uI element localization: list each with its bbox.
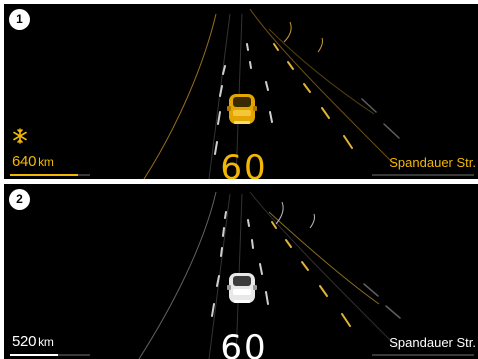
dashboard-panel-2: 2 520 km 60 Spandauer Str.: [4, 184, 478, 359]
street-underline: [372, 354, 474, 356]
range-bar-track: [10, 354, 90, 356]
street-name: Spandauer Str.: [389, 335, 476, 350]
speed-readout: 60: [220, 148, 268, 179]
range-unit: km: [38, 155, 54, 169]
street-name: Spandauer Str.: [389, 155, 476, 170]
panel-number-badge: 1: [9, 9, 30, 30]
speed-readout: 60: [220, 328, 268, 359]
snowflake-icon: [13, 128, 27, 144]
vehicle-icon: [227, 273, 257, 303]
range-unit: km: [38, 335, 54, 349]
range-bar-track: [10, 174, 90, 176]
street-underline: [372, 174, 474, 176]
vehicle-icon: [227, 94, 257, 124]
range-bar-fill: [10, 354, 58, 356]
range-readout: 520 km: [12, 333, 54, 350]
dashboard-panel-1: 1 640 km 60 Spandauer Str.: [4, 4, 478, 179]
range-value: 640: [12, 153, 37, 170]
range-value: 520: [12, 333, 37, 350]
range-readout: 640 km: [12, 153, 54, 170]
range-bar-fill: [10, 174, 78, 176]
panel-number-badge: 2: [9, 189, 30, 210]
